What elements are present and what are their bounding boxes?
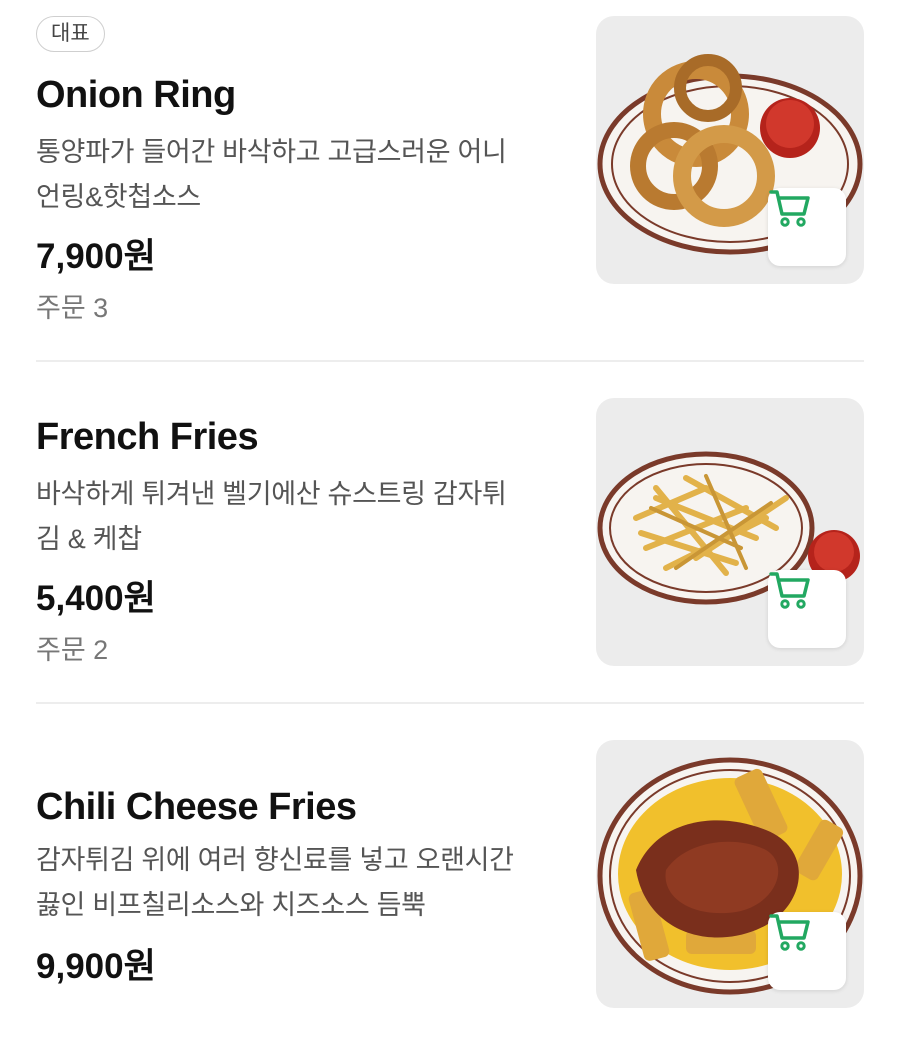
order-count: 주문 3: [36, 293, 109, 323]
menu-item-price: 9,900원: [36, 947, 156, 986]
shopping-cart-icon: [769, 572, 810, 609]
menu-item-photo[interactable]: [596, 16, 864, 284]
menu-item-description: 감자튀김 위에 여러 향신료를 넣고 오랜시간 끓인 비프칠리소스와 치즈소스 …: [36, 838, 566, 928]
shopping-cart-icon: [769, 914, 810, 951]
signature-badge: 대표: [36, 16, 105, 52]
description-line: 끓인 비프칠리소스와 치즈소스 듬뿍: [36, 890, 426, 920]
menu-item-name: Chili Cheese Fries: [36, 786, 357, 828]
order-count: 주문 2: [36, 635, 109, 665]
menu-item-price: 7,900원: [36, 237, 156, 276]
menu-item-price: 5,400원: [36, 579, 156, 618]
menu-item-description: 통양파가 들어간 바삭하고 고급스러운 어니 언링&핫첩소스: [36, 130, 566, 220]
menu-item-photo[interactable]: [596, 740, 864, 1008]
menu-item-onion-ring[interactable]: 대표 Onion Ring 통양파가 들어간 바삭하고 고급스러운 어니 언링&…: [0, 0, 900, 360]
menu-item-french-fries[interactable]: French Fries 바삭하게 튀겨낸 벨기에산 슈스트링 감자튀 김 & …: [0, 362, 900, 702]
menu-item-chili-cheese-fries[interactable]: Chili Cheese Fries 감자튀김 위에 여러 향신료를 넣고 오랜…: [0, 704, 900, 1040]
menu-item-photo[interactable]: [596, 398, 864, 666]
description-line: 통양파가 들어간 바삭하고 고급스러운 어니: [36, 137, 507, 167]
menu-item-name: French Fries: [36, 416, 259, 458]
shopping-cart-icon: [769, 190, 810, 227]
description-line: 김 & 케찹: [36, 524, 142, 554]
description-line: 언링&핫첩소스: [36, 182, 201, 212]
menu-item-name: Onion Ring: [36, 74, 236, 116]
add-to-cart-button[interactable]: [768, 570, 846, 648]
description-line: 바삭하게 튀겨낸 벨기에산 슈스트링 감자튀: [36, 479, 507, 509]
add-to-cart-button[interactable]: [768, 912, 846, 990]
add-to-cart-button[interactable]: [768, 188, 846, 266]
description-line: 감자튀김 위에 여러 향신료를 넣고 오랜시간: [36, 845, 514, 875]
menu-item-description: 바삭하게 튀겨낸 벨기에산 슈스트링 감자튀 김 & 케찹: [36, 472, 566, 562]
